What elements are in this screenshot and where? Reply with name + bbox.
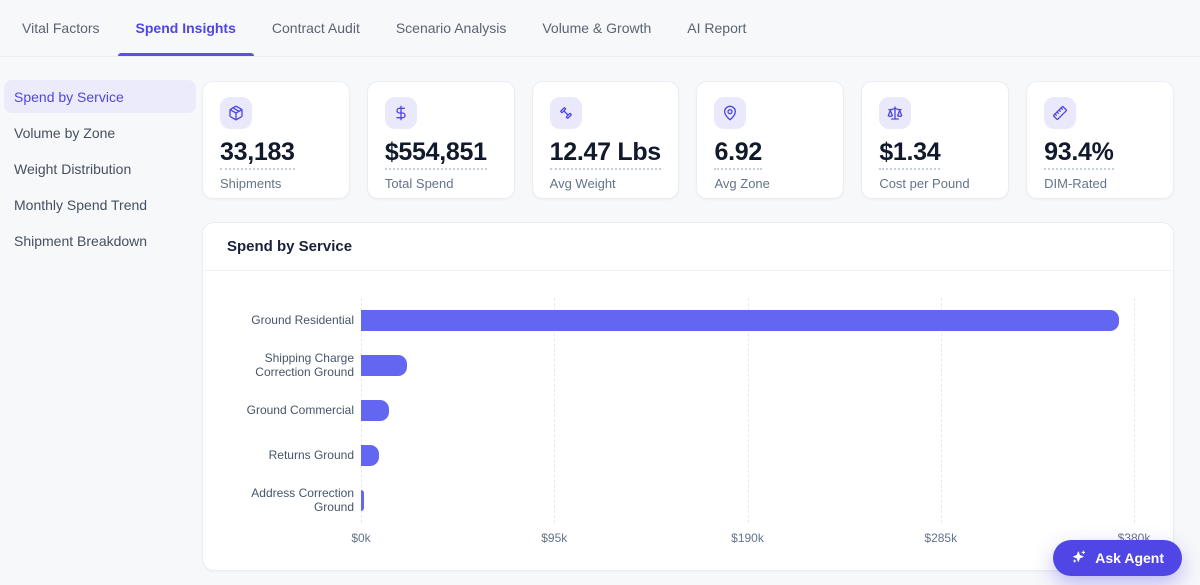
category-label: Ground Residential (227, 314, 354, 328)
category-label: Returns Ground (227, 449, 354, 463)
chart-body: Ground Residential Shipping Charge Correc… (203, 271, 1173, 549)
kpi-card-dim-rated: 93.4% DIM-Rated (1026, 81, 1174, 199)
ask-agent-button[interactable]: Ask Agent (1053, 540, 1182, 576)
main-content: 33,183 Shipments $554,851 Total Spend 12.47 … (200, 57, 1200, 585)
tab-ai-report[interactable]: AI Report (669, 0, 764, 56)
spend-by-service-chart-card: Spend by Service Ground Residential Shipp… (202, 222, 1174, 571)
ruler-icon (1044, 97, 1076, 129)
tab-bar: Vital FactorsSpend InsightsContract Audi… (0, 0, 1200, 57)
kpi-label: DIM-Rated (1044, 176, 1156, 191)
dumbbell-icon (550, 97, 582, 129)
x-tick-0k: $0k (351, 531, 370, 545)
bar-row-address-correction-ground: Address Correction Ground (227, 478, 1149, 523)
tab-volume-growth[interactable]: Volume & Growth (524, 0, 669, 56)
bar-address-correction-ground[interactable] (361, 490, 364, 511)
x-axis: $0k$95k$190k$285k$380k (361, 523, 1134, 549)
x-tick-95k: $95k (541, 531, 567, 545)
bar-row-ground-residential: Ground Residential (227, 298, 1149, 343)
kpi-card-avg-weight: 12.47 Lbs Avg Weight (532, 81, 680, 199)
tab-spend-insights[interactable]: Spend Insights (118, 0, 254, 56)
sidebar-item-weight-distribution[interactable]: Weight Distribution (4, 152, 196, 185)
bar-row-ground-commercial: Ground Commercial (227, 388, 1149, 433)
chart-header: Spend by Service (203, 223, 1173, 271)
tab-scenario-analysis[interactable]: Scenario Analysis (378, 0, 525, 56)
sparkles-icon (1071, 549, 1087, 568)
chart-title: Spend by Service (227, 238, 352, 255)
x-tick-190k: $190k (731, 531, 764, 545)
map-pin-icon (714, 97, 746, 129)
kpi-label: Avg Zone (714, 176, 826, 191)
bar-track (361, 400, 1134, 421)
category-label: Ground Commercial (227, 404, 354, 418)
ask-agent-label: Ask Agent (1095, 550, 1164, 566)
tab-vital-factors[interactable]: Vital Factors (4, 0, 118, 56)
kpi-label: Shipments (220, 176, 332, 191)
dollar-icon (385, 97, 417, 129)
kpi-label: Avg Weight (550, 176, 662, 191)
bar-row-returns-ground: Returns Ground (227, 433, 1149, 478)
kpi-card-shipments: 33,183 Shipments (202, 81, 350, 199)
bar-chart-plot: Ground Residential Shipping Charge Correc… (227, 298, 1149, 523)
category-label: Address Correction Ground (227, 487, 354, 515)
kpi-value: $1.34 (879, 139, 940, 170)
scale-icon (879, 97, 911, 129)
category-label: Shipping Charge Correction Ground (227, 352, 354, 380)
kpi-card-total-spend: $554,851 Total Spend (367, 81, 515, 199)
kpi-label: Cost per Pound (879, 176, 991, 191)
kpi-label: Total Spend (385, 176, 497, 191)
bar-track (361, 490, 1134, 511)
sidebar-item-volume-by-zone[interactable]: Volume by Zone (4, 116, 196, 149)
kpi-card-cost-per-pound: $1.34 Cost per Pound (861, 81, 1009, 199)
kpi-card-avg-zone: 6.92 Avg Zone (696, 81, 844, 199)
sidebar-item-shipment-breakdown[interactable]: Shipment Breakdown (4, 224, 196, 257)
kpi-row: 33,183 Shipments $554,851 Total Spend 12.47 … (202, 81, 1174, 199)
sidebar-item-spend-by-service[interactable]: Spend by Service (4, 80, 196, 113)
kpi-value: 33,183 (220, 139, 295, 170)
kpi-value: $554,851 (385, 139, 487, 170)
bar-returns-ground[interactable] (361, 445, 379, 466)
package-icon (220, 97, 252, 129)
bar-row-shipping-charge-correction-ground: Shipping Charge Correction Ground (227, 343, 1149, 388)
sidebar: Spend by ServiceVolume by ZoneWeight Dis… (0, 57, 200, 585)
sidebar-item-monthly-spend-trend[interactable]: Monthly Spend Trend (4, 188, 196, 221)
bar-track (361, 355, 1134, 376)
x-tick-285k: $285k (924, 531, 957, 545)
bar-ground-commercial[interactable] (361, 400, 389, 421)
bar-shipping-charge-correction-ground[interactable] (361, 355, 407, 376)
kpi-value: 6.92 (714, 139, 761, 170)
kpi-value: 12.47 Lbs (550, 139, 661, 170)
kpi-value: 93.4% (1044, 139, 1113, 170)
bar-track (361, 310, 1134, 331)
bar-ground-residential[interactable] (361, 310, 1119, 331)
tab-contract-audit[interactable]: Contract Audit (254, 0, 378, 56)
bar-track (361, 445, 1134, 466)
